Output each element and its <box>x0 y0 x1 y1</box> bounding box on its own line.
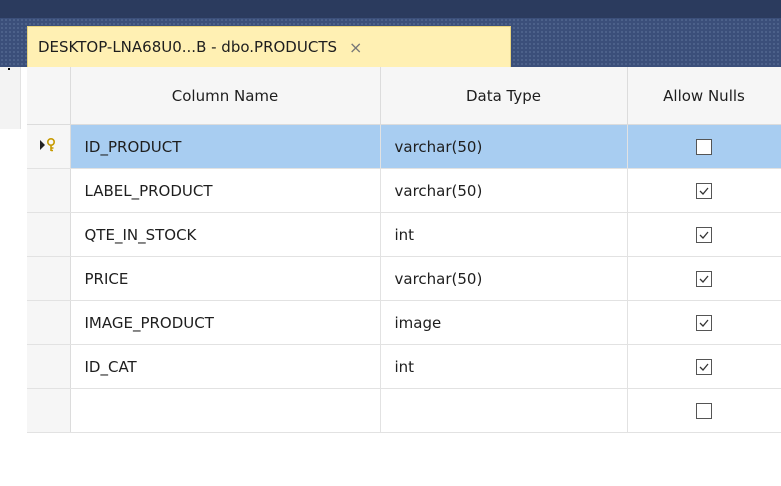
allow-nulls-cell[interactable] <box>627 168 781 213</box>
grid-header-row: Column Name Data Type Allow Nulls <box>27 67 781 125</box>
close-icon[interactable]: × <box>349 38 362 57</box>
tab-title: DESKTOP-LNA68U0...B - dbo.PRODUCTS <box>38 38 337 56</box>
column-name-cell[interactable]: ID_CAT <box>70 344 381 389</box>
checkbox-checked-icon[interactable] <box>696 271 712 287</box>
data-type-cell[interactable] <box>380 388 628 433</box>
row-selector[interactable] <box>27 388 71 433</box>
current-row-key-icon <box>39 137 57 157</box>
row-selector[interactable] <box>27 124 71 169</box>
columns-grid: Column Name Data Type Allow Nulls ID_PRO… <box>27 67 781 433</box>
table-row[interactable]: IMAGE_PRODUCT image <box>27 300 781 345</box>
focus-dot <box>8 68 10 70</box>
data-type-cell[interactable]: image <box>380 300 628 345</box>
checkbox-unchecked-icon[interactable] <box>696 403 712 419</box>
table-designer: Column Name Data Type Allow Nulls ID_PRO… <box>27 67 781 486</box>
allow-nulls-cell[interactable] <box>627 344 781 389</box>
checkbox-unchecked-icon[interactable] <box>696 139 712 155</box>
table-row[interactable]: QTE_IN_STOCK int <box>27 212 781 257</box>
column-name-cell[interactable]: ID_PRODUCT <box>70 124 381 169</box>
column-name-cell[interactable]: IMAGE_PRODUCT <box>70 300 381 345</box>
row-selector[interactable] <box>27 168 71 213</box>
data-type-cell[interactable]: varchar(50) <box>380 124 628 169</box>
column-name-cell[interactable]: QTE_IN_STOCK <box>70 212 381 257</box>
row-selector[interactable] <box>27 212 71 257</box>
left-gutter <box>0 67 21 486</box>
allow-nulls-cell[interactable] <box>627 124 781 169</box>
allow-nulls-cell[interactable] <box>627 212 781 257</box>
column-name-cell[interactable]: PRICE <box>70 256 381 301</box>
table-row[interactable]: LABEL_PRODUCT varchar(50) <box>27 168 781 213</box>
allow-nulls-cell[interactable] <box>627 300 781 345</box>
checkbox-checked-icon[interactable] <box>696 227 712 243</box>
column-name-cell[interactable]: LABEL_PRODUCT <box>70 168 381 213</box>
allow-nulls-cell[interactable] <box>627 256 781 301</box>
table-row[interactable]: ID_PRODUCT varchar(50) <box>27 124 781 169</box>
table-row[interactable]: PRICE varchar(50) <box>27 256 781 301</box>
data-type-cell[interactable]: int <box>380 344 628 389</box>
document-tab-products[interactable]: DESKTOP-LNA68U0...B - dbo.PRODUCTS × <box>27 26 511 67</box>
data-type-cell[interactable]: varchar(50) <box>380 256 628 301</box>
window-top-bar <box>0 0 781 18</box>
checkbox-checked-icon[interactable] <box>696 183 712 199</box>
table-row[interactable]: ID_CAT int <box>27 344 781 389</box>
checkbox-checked-icon[interactable] <box>696 315 712 331</box>
allow-nulls-cell[interactable] <box>627 388 781 433</box>
row-selector-header <box>27 67 71 125</box>
data-type-header[interactable]: Data Type <box>380 67 628 125</box>
row-selector[interactable] <box>27 256 71 301</box>
column-name-cell[interactable] <box>70 388 381 433</box>
column-name-header[interactable]: Column Name <box>70 67 381 125</box>
checkbox-checked-icon[interactable] <box>696 359 712 375</box>
data-type-cell[interactable]: int <box>380 212 628 257</box>
data-type-cell[interactable]: varchar(50) <box>380 168 628 213</box>
row-selector[interactable] <box>27 300 71 345</box>
row-selector[interactable] <box>27 344 71 389</box>
table-row[interactable] <box>27 388 781 433</box>
allow-nulls-header[interactable]: Allow Nulls <box>627 67 781 125</box>
